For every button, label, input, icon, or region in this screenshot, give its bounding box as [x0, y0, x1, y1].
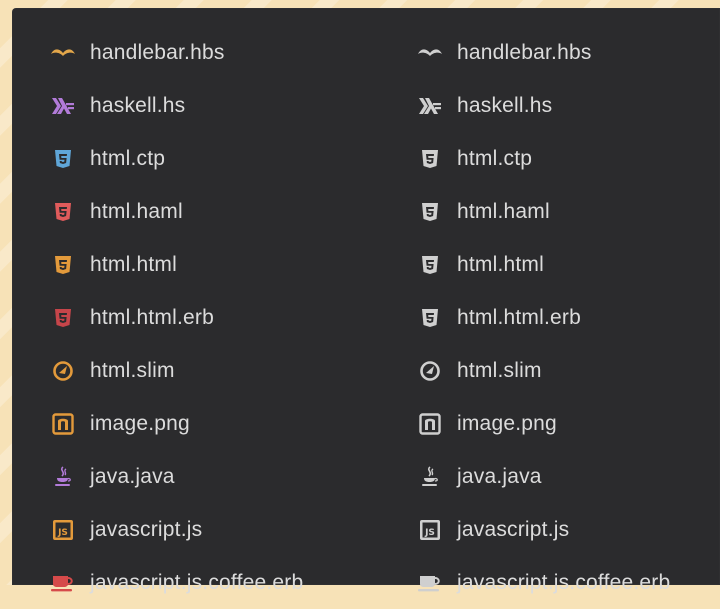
html5-shield-icon	[417, 252, 443, 278]
javascript-box-icon: JS	[417, 517, 443, 543]
list-item[interactable]: handlebar.hbs	[50, 26, 380, 79]
list-item[interactable]: JS javascript.js	[417, 503, 720, 556]
list-item[interactable]: html.slim	[50, 344, 380, 397]
slim-gauge-icon	[417, 358, 443, 384]
list-item[interactable]: html.ctp	[50, 132, 380, 185]
list-item-label: haskell.hs	[457, 93, 553, 117]
list-item-label: javascript.js.coffee.erb	[457, 570, 671, 594]
handlebars-mustache-icon	[50, 40, 76, 66]
html5-shield-icon	[50, 305, 76, 331]
list-item-label: html.haml	[457, 199, 550, 223]
list-item-label: handlebar.hbs	[90, 40, 225, 64]
coffee-cup-icon	[417, 570, 443, 596]
list-item[interactable]: html.slim	[417, 344, 720, 397]
list-item-label: html.html.erb	[457, 305, 581, 329]
list-item[interactable]: javascript.js.coffee.erb	[50, 556, 380, 609]
list-item[interactable]: haskell.hs	[417, 79, 720, 132]
coffee-cup-icon	[50, 570, 76, 596]
list-item-label: javascript.js	[457, 517, 570, 541]
image-frame-icon	[417, 411, 443, 437]
list-item-label: image.png	[457, 411, 557, 435]
list-item[interactable]: JS javascript.js	[50, 503, 380, 556]
list-item-label: image.png	[90, 411, 190, 435]
list-item-label: html.ctp	[457, 146, 533, 170]
list-item[interactable]: java.java	[417, 450, 720, 503]
list-item-label: javascript.js.coffee.erb	[90, 570, 304, 594]
list-item[interactable]: java.java	[50, 450, 380, 503]
list-item[interactable]: javascript.js.coffee.erb	[417, 556, 720, 609]
list-item[interactable]: html.haml	[417, 185, 720, 238]
list-item-label: java.java	[90, 464, 175, 488]
list-item-label: html.ctp	[90, 146, 166, 170]
colored-icon-column: handlebar.hbs haskell.hs html.ctp html.h…	[50, 26, 380, 609]
handlebars-mustache-icon	[417, 40, 443, 66]
html5-shield-icon	[417, 305, 443, 331]
list-item[interactable]: handlebar.hbs	[417, 26, 720, 79]
list-item[interactable]: image.png	[417, 397, 720, 450]
monochrome-icon-column: handlebar.hbs haskell.hs html.ctp html.h…	[417, 26, 720, 609]
list-item[interactable]: html.ctp	[417, 132, 720, 185]
list-item[interactable]: html.html.erb	[50, 291, 380, 344]
html5-shield-icon	[50, 252, 76, 278]
list-item[interactable]: html.html	[50, 238, 380, 291]
file-icon-list-panel: handlebar.hbs haskell.hs html.ctp html.h…	[12, 8, 720, 594]
list-item-label: html.slim	[90, 358, 175, 382]
image-frame-icon	[50, 411, 76, 437]
haskell-icon	[417, 93, 443, 119]
html5-shield-icon	[50, 146, 76, 172]
svg-text:JS: JS	[424, 528, 435, 538]
html5-shield-icon	[50, 199, 76, 225]
haskell-icon	[50, 93, 76, 119]
javascript-box-icon: JS	[50, 517, 76, 543]
svg-text:JS: JS	[57, 528, 68, 538]
list-item-label: html.html.erb	[90, 305, 214, 329]
list-item-label: html.html	[90, 252, 177, 276]
java-cup-icon	[50, 464, 76, 490]
java-cup-icon	[417, 464, 443, 490]
slim-gauge-icon	[50, 358, 76, 384]
list-item-label: html.haml	[90, 199, 183, 223]
list-item-label: haskell.hs	[90, 93, 186, 117]
html5-shield-icon	[417, 146, 443, 172]
list-item-label: html.html	[457, 252, 544, 276]
list-item[interactable]: html.haml	[50, 185, 380, 238]
list-item-label: javascript.js	[90, 517, 203, 541]
list-item[interactable]: html.html.erb	[417, 291, 720, 344]
html5-shield-icon	[417, 199, 443, 225]
list-item[interactable]: html.html	[417, 238, 720, 291]
list-item[interactable]: haskell.hs	[50, 79, 380, 132]
list-item[interactable]: image.png	[50, 397, 380, 450]
list-item-label: java.java	[457, 464, 542, 488]
list-item-label: handlebar.hbs	[457, 40, 592, 64]
list-item-label: html.slim	[457, 358, 542, 382]
